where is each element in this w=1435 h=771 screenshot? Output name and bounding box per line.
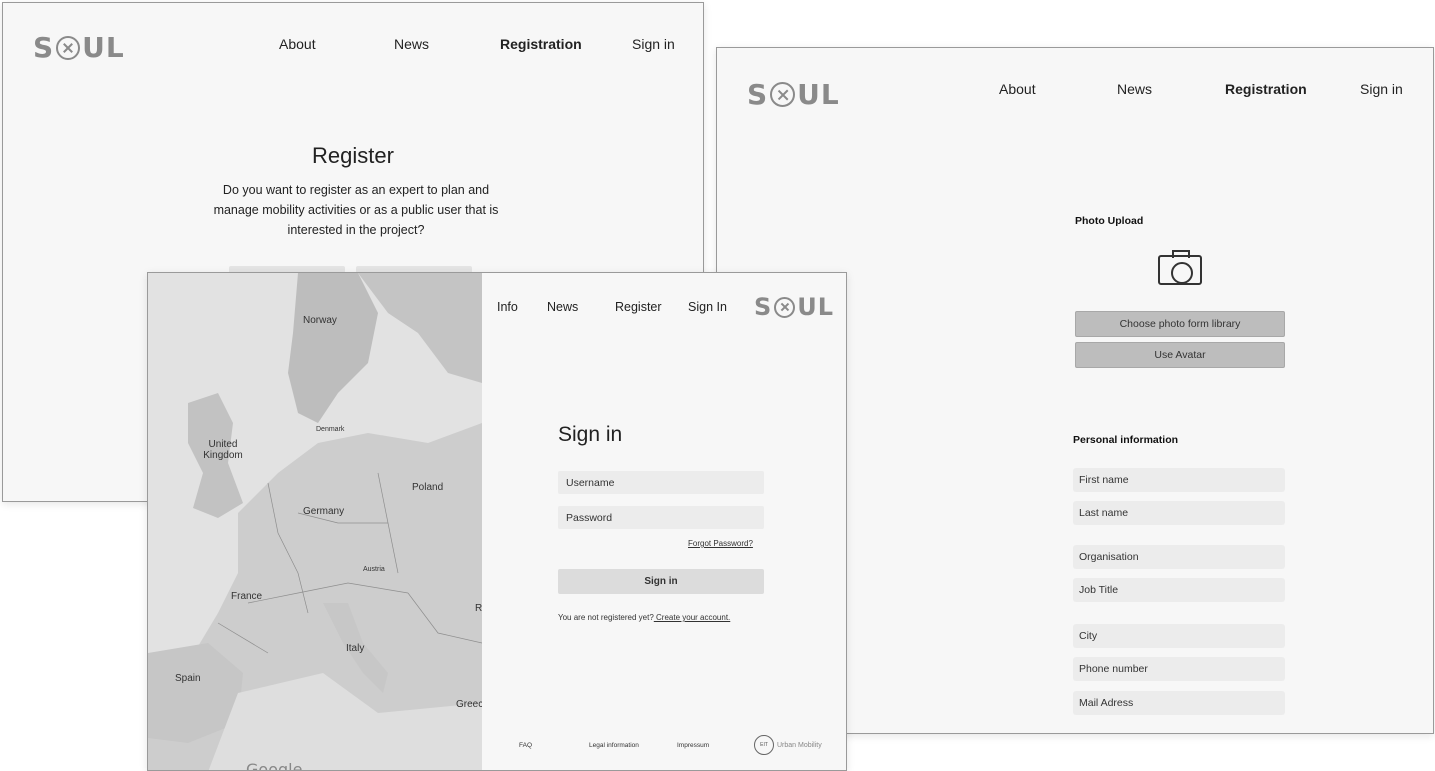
logo-text-end: UL bbox=[797, 78, 840, 111]
logo-text-end: UL bbox=[82, 31, 125, 64]
logo-drone-icon bbox=[774, 296, 796, 318]
not-registered-text: You are not registered yet? Create your … bbox=[558, 613, 730, 622]
soul-logo[interactable]: S UL bbox=[754, 293, 834, 321]
nav-sign-in[interactable]: Sign in bbox=[1360, 81, 1403, 97]
map-label-france: France bbox=[231, 591, 263, 602]
map-label-italy: Italy bbox=[346, 643, 365, 654]
google-attribution: Google bbox=[246, 760, 303, 771]
logo-text-start: S bbox=[747, 78, 769, 111]
nav-sign-in[interactable]: Sign In bbox=[688, 300, 727, 314]
photo-upload-label: Photo Upload bbox=[1075, 215, 1144, 227]
urban-mobility-text: Urban Mobility bbox=[777, 741, 822, 749]
organisation-field[interactable] bbox=[1073, 545, 1285, 569]
nav-about[interactable]: About bbox=[279, 36, 316, 52]
logo-drone-icon bbox=[770, 82, 796, 107]
europe-map[interactable]: Norway Denmark United Kingdom Poland Ger… bbox=[148, 273, 482, 771]
phone-number-field[interactable] bbox=[1073, 657, 1285, 681]
nav-register[interactable]: Register bbox=[615, 300, 662, 314]
map-label-poland: Poland bbox=[412, 482, 444, 493]
city-field[interactable] bbox=[1073, 624, 1285, 648]
create-account-link[interactable]: Create your account. bbox=[654, 613, 730, 622]
register-description: Do you want to register as an expert to … bbox=[213, 183, 499, 237]
logo-drone-icon bbox=[56, 35, 81, 60]
map-label-norway: Norway bbox=[303, 315, 337, 326]
map-label-united-kingdom: United Kingdom bbox=[203, 439, 243, 461]
nav-about[interactable]: About bbox=[999, 81, 1036, 97]
map-terrain bbox=[148, 273, 482, 770]
password-field[interactable] bbox=[558, 506, 764, 529]
page-title: Register bbox=[312, 143, 394, 168]
camera-icon[interactable] bbox=[1158, 250, 1202, 285]
signin-title: Sign in bbox=[558, 423, 623, 446]
nav-registration[interactable]: Registration bbox=[500, 36, 582, 52]
urban-mobility-badge: EIT bbox=[754, 735, 774, 755]
logo-text-end: UL bbox=[797, 293, 835, 321]
use-avatar-button[interactable]: Use Avatar bbox=[1075, 342, 1285, 368]
nav-news[interactable]: News bbox=[547, 300, 578, 314]
forgot-password-link[interactable]: Forgot Password? bbox=[688, 539, 753, 548]
map-label-germany: Germany bbox=[303, 506, 345, 517]
mail-address-field[interactable] bbox=[1073, 691, 1285, 715]
map-label-denmark: Denmark bbox=[316, 426, 345, 433]
logo-text-start: S bbox=[33, 31, 55, 64]
nav-news[interactable]: News bbox=[1117, 81, 1152, 97]
soul-logo[interactable]: S UL bbox=[33, 31, 125, 64]
first-name-field[interactable] bbox=[1073, 468, 1285, 492]
sign-in-button[interactable]: Sign in bbox=[558, 569, 764, 594]
logo-text-start: S bbox=[754, 293, 773, 321]
nav-sign-in[interactable]: Sign in bbox=[632, 36, 675, 52]
footer-faq-link[interactable]: FAQ bbox=[519, 742, 532, 749]
footer-impressum-link[interactable]: Impressum bbox=[677, 742, 709, 749]
nav-info[interactable]: Info bbox=[497, 300, 518, 314]
nav-news[interactable]: News bbox=[394, 36, 429, 52]
footer-legal-link[interactable]: Legal information bbox=[589, 742, 639, 749]
not-registered-label: You are not registered yet? bbox=[558, 613, 654, 622]
urban-mobility-logo[interactable]: EIT Urban Mobility bbox=[754, 735, 822, 755]
map-label-austria: Austria bbox=[363, 566, 385, 573]
job-title-field[interactable] bbox=[1073, 578, 1285, 602]
choose-photo-button[interactable]: Choose photo form library bbox=[1075, 311, 1285, 337]
soul-logo[interactable]: S UL bbox=[747, 78, 840, 111]
map-label-spain: Spain bbox=[175, 673, 201, 684]
personal-information-label: Personal information bbox=[1073, 434, 1179, 446]
last-name-field[interactable] bbox=[1073, 501, 1285, 525]
username-field[interactable] bbox=[558, 471, 764, 494]
signin-page-frame: Norway Denmark United Kingdom Poland Ger… bbox=[147, 272, 847, 771]
map-label-greece: Greec bbox=[456, 699, 482, 710]
nav-registration[interactable]: Registration bbox=[1225, 81, 1307, 97]
map-label-r: R bbox=[475, 603, 482, 614]
